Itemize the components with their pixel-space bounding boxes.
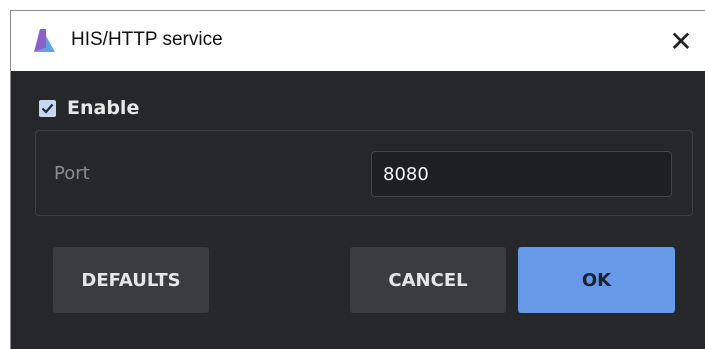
app-triangle-icon bbox=[32, 28, 56, 54]
enable-checkbox[interactable] bbox=[39, 99, 56, 117]
cancel-button[interactable]: CANCEL bbox=[350, 247, 506, 313]
port-label: Port bbox=[54, 163, 90, 184]
close-icon: ✕ bbox=[669, 25, 693, 57]
port-input[interactable] bbox=[371, 151, 672, 197]
dialog-window: HIS/HTTP service ✕ Enable Port DEFAULTS … bbox=[10, 10, 705, 349]
window-title: HIS/HTTP service bbox=[71, 29, 223, 50]
close-button[interactable]: ✕ bbox=[657, 11, 705, 71]
ok-button[interactable]: OK bbox=[518, 247, 675, 313]
enable-label: Enable bbox=[67, 97, 140, 119]
title-bar: HIS/HTTP service ✕ bbox=[11, 11, 705, 71]
enable-checkbox-row[interactable]: Enable bbox=[39, 97, 139, 119]
checkmark-icon bbox=[41, 103, 54, 114]
defaults-button[interactable]: DEFAULTS bbox=[53, 247, 209, 313]
